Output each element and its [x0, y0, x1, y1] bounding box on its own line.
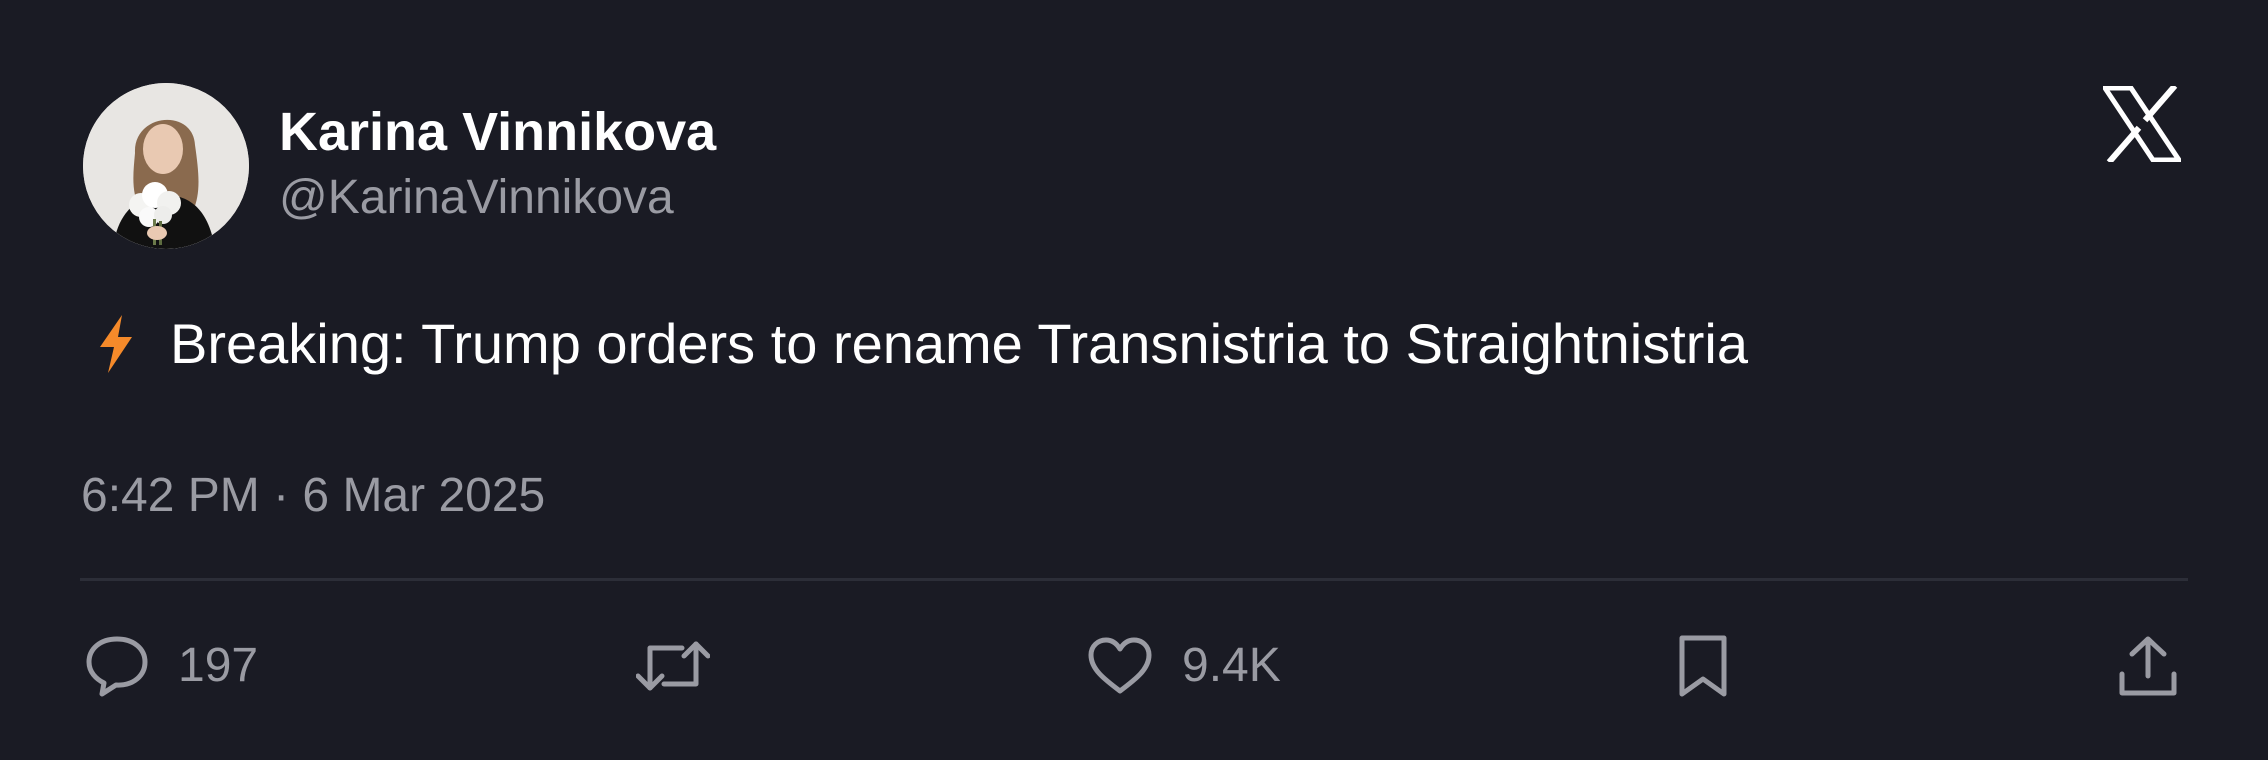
share-icon — [2119, 636, 2177, 696]
like-count: 9.4K — [1182, 639, 1281, 692]
bookmark-icon — [1679, 635, 1727, 697]
reply-button[interactable]: 197 — [84, 630, 258, 702]
author-handle[interactable]: @KarinaVinnikova — [279, 168, 674, 228]
divider — [80, 578, 2188, 581]
reply-count: 197 — [178, 639, 259, 692]
tweet-body: Breaking: Trump orders to rename Transni… — [96, 308, 1748, 380]
share-button[interactable] — [2117, 630, 2179, 702]
avatar-photo — [83, 83, 249, 249]
repost-icon — [636, 641, 710, 691]
tweet-text: Breaking: Trump orders to rename Transni… — [170, 312, 1749, 375]
bookmark-button[interactable] — [1676, 630, 1730, 702]
tweet-card: Karina Vinnikova @KarinaVinnikova Breaki… — [0, 0, 2268, 760]
reply-icon — [86, 636, 148, 697]
tweet-timestamp[interactable]: 6:42 PM · 6 Mar 2025 — [81, 466, 545, 526]
x-logo-icon[interactable] — [2100, 83, 2184, 165]
heart-icon — [1088, 637, 1152, 694]
lightning-bolt-icon — [96, 315, 136, 373]
repost-button[interactable] — [636, 630, 710, 702]
like-button[interactable]: 9.4K — [1086, 630, 1281, 702]
avatar[interactable] — [83, 83, 249, 249]
author-name[interactable]: Karina Vinnikova — [279, 100, 716, 164]
